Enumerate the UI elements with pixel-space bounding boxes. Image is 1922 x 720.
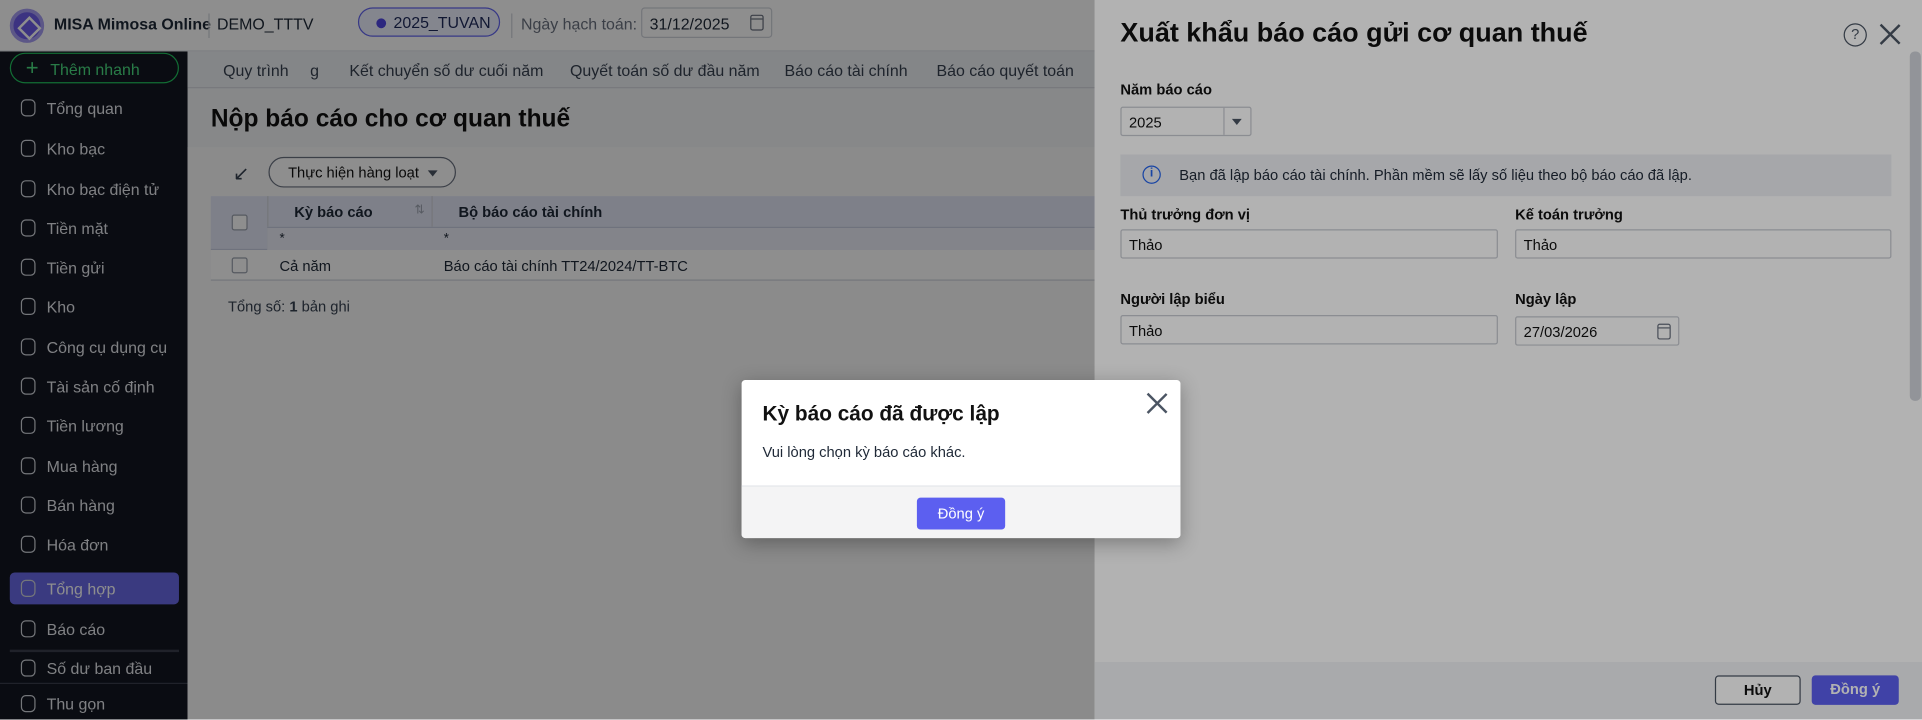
close-icon[interactable] bbox=[1146, 392, 1168, 414]
dialog-ok-button[interactable]: Đồng ý bbox=[916, 497, 1006, 530]
alert-dialog: Kỳ báo cáo đã được lập Vui lòng chọn kỳ … bbox=[741, 379, 1181, 539]
dialog-title: Kỳ báo cáo đã được lập bbox=[762, 402, 1000, 426]
app: MISA Mimosa Online DEMO_TTTV 2025_TUVAN … bbox=[0, 0, 1922, 720]
modal-backdrop bbox=[0, 0, 1922, 720]
dialog-footer: Đồng ý bbox=[741, 485, 1181, 539]
dialog-message: Vui lòng chọn kỳ báo cáo khác. bbox=[762, 443, 966, 461]
